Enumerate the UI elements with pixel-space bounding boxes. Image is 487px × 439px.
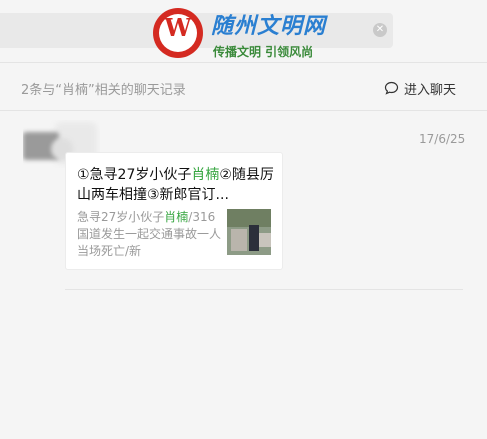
enter-chat-label: 进入聊天 xyxy=(404,83,457,98)
logo-slogan: 传播文明 引领风尚 xyxy=(213,45,314,59)
link-card[interactable]: ①急寻27岁小伙子肖楠②随县厉山两车相撞③新郎官订... 急寻27岁小伙子肖楠/… xyxy=(65,152,283,270)
clear-search-icon[interactable]: ✕ xyxy=(373,23,387,37)
link-card-title: ①急寻27岁小伙子肖楠②随县厉山两车相撞③新郎官订... xyxy=(77,167,274,203)
site-logo-watermark: W 随州文明网 传播文明 引领风尚 xyxy=(153,4,343,62)
header-divider xyxy=(0,62,487,63)
logo-title: 随州文明网 xyxy=(211,13,327,39)
link-card-thumbnail xyxy=(227,209,271,255)
chat-bubble-icon xyxy=(384,81,399,95)
keyword-highlight: 肖楠 xyxy=(164,210,189,224)
message-date: 17/6/25 xyxy=(419,132,466,146)
logo-mark: W xyxy=(164,13,192,42)
summary-divider xyxy=(0,110,487,111)
message-divider xyxy=(65,289,463,290)
enter-chat-button[interactable]: 进入聊天 xyxy=(384,79,456,98)
link-card-description: 急寻27岁小伙子肖楠/316国道发生一起交通事故一人当场死亡/新 xyxy=(77,210,222,258)
search-result-summary: 2条与“肖楠”相关的聊天记录 xyxy=(21,83,186,98)
keyword-highlight: 肖楠 xyxy=(191,167,220,183)
